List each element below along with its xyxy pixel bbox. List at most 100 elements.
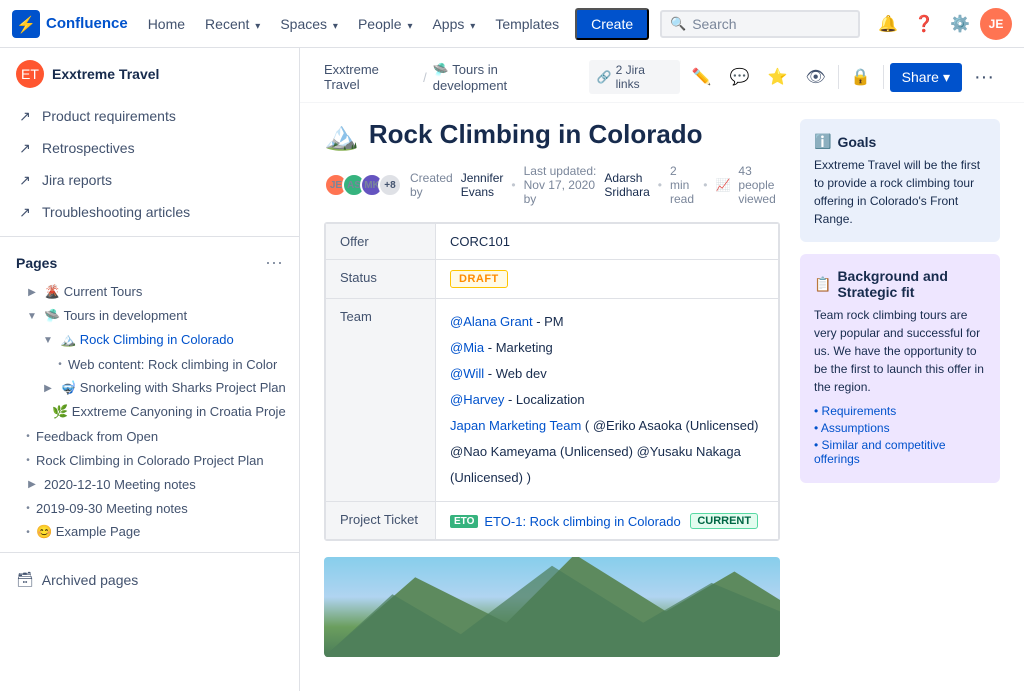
tree-item-tours-in-development[interactable]: ▼ 🛸 Tours in development bbox=[0, 304, 299, 328]
breadcrumb-space[interactable]: Exxtreme Travel bbox=[324, 62, 417, 92]
background-links: Requirements Assumptions Similar and com… bbox=[814, 404, 986, 466]
toggle-icon: ▶ bbox=[40, 380, 56, 396]
goals-panel: ℹ️ Goals Exxtreme Travel will be the fir… bbox=[800, 119, 1000, 242]
tree-item-example-page[interactable]: • 😊 Example Page bbox=[0, 520, 299, 544]
created-by-label: Created by bbox=[410, 171, 453, 199]
share-dropdown-icon: ▾ bbox=[943, 69, 950, 86]
sidebar-item-label: Jira reports bbox=[42, 172, 112, 188]
app-name: Confluence bbox=[46, 15, 128, 32]
app-logo[interactable]: ⚡ Confluence bbox=[12, 10, 128, 38]
tree-item-web-content[interactable]: • Web content: Rock climbing in Color bbox=[0, 352, 299, 376]
team-value: @Alana Grant - PM @Mia - Marketing @Will… bbox=[436, 299, 779, 502]
external-link-icon: ↗ bbox=[16, 107, 34, 125]
toggle-icon: ▼ bbox=[40, 332, 56, 348]
nav-spaces[interactable]: Spaces ▾ bbox=[272, 10, 346, 38]
competitive-link[interactable]: Similar and competitive offerings bbox=[814, 438, 986, 466]
read-time: 2 min read bbox=[670, 164, 695, 206]
table-row-team: Team @Alana Grant - PM @Mia - Marketing … bbox=[326, 299, 779, 502]
sidebar-item-troubleshooting[interactable]: ↗ Troubleshooting articles bbox=[0, 196, 299, 228]
status-value: DRAFT bbox=[436, 260, 779, 299]
restrict-button[interactable]: 🔒 bbox=[845, 61, 877, 93]
nav-templates[interactable]: Templates bbox=[487, 10, 567, 38]
updated-by-author: Adarsh Sridhara bbox=[604, 171, 649, 199]
tree-item-label: Rock Climbing in Colorado Project Plan bbox=[36, 453, 264, 468]
ticket-link[interactable]: ETO ETO-1: Rock climbing in Colorado bbox=[450, 514, 681, 529]
requirements-link[interactable]: Requirements bbox=[814, 404, 986, 418]
create-button[interactable]: Create bbox=[575, 8, 649, 40]
sidebar-item-label: Product requirements bbox=[42, 108, 176, 124]
breadcrumb-parent[interactable]: 🛸 Tours in development bbox=[433, 62, 575, 93]
nav-recent[interactable]: Recent ▾ bbox=[197, 10, 268, 38]
toggle-icon: ▶ bbox=[24, 284, 40, 300]
table-row-offer: Offer CORC101 bbox=[326, 224, 779, 260]
search-icon: 🔍 bbox=[670, 16, 686, 32]
sidebar-item-retrospectives[interactable]: ↗ Retrospectives bbox=[0, 132, 299, 164]
sidebar-divider bbox=[0, 236, 299, 237]
goals-body: Exxtreme Travel will be the first to pro… bbox=[814, 156, 986, 228]
team-member-2: @Mia - Marketing bbox=[450, 335, 764, 361]
current-badge: CURRENT bbox=[690, 513, 758, 529]
settings-button[interactable]: ⚙️ bbox=[944, 8, 976, 40]
toggle-icon: • bbox=[24, 428, 32, 444]
svg-text:⚡: ⚡ bbox=[16, 15, 36, 34]
breadcrumb-bar: Exxtreme Travel / 🛸 Tours in development… bbox=[300, 48, 1024, 103]
nav-home[interactable]: Home bbox=[140, 10, 193, 38]
more-options-button[interactable]: ··· bbox=[968, 61, 1000, 93]
ticket-value: ETO ETO-1: Rock climbing in Colorado CUR… bbox=[436, 502, 779, 540]
user-avatar[interactable]: JE bbox=[980, 8, 1012, 40]
star-button[interactable]: ⭐ bbox=[762, 61, 794, 93]
ticket-icon: ETO bbox=[450, 515, 478, 528]
pages-section-header[interactable]: Pages ··· bbox=[0, 245, 299, 280]
goals-header: ℹ️ Goals bbox=[814, 133, 986, 150]
edit-button[interactable]: ✏️ bbox=[686, 61, 718, 93]
nav-apps[interactable]: Apps ▾ bbox=[424, 10, 483, 38]
jira-links-badge[interactable]: 🔗 2 Jira links bbox=[589, 60, 680, 94]
meta-separator-1: • bbox=[511, 178, 515, 192]
assumptions-link[interactable]: Assumptions bbox=[814, 421, 986, 435]
main-content: Exxtreme Travel / 🛸 Tours in development… bbox=[300, 48, 1024, 691]
tree-item-rock-climbing[interactable]: ▼ 🏔️ Rock Climbing in Colorado bbox=[0, 328, 299, 352]
side-panel: ℹ️ Goals Exxtreme Travel will be the fir… bbox=[800, 119, 1000, 657]
tree-item-label: 🏔️ Rock Climbing in Colorado bbox=[60, 332, 234, 348]
tree-item-current-tours[interactable]: ▶ 🌋 Current Tours bbox=[0, 280, 299, 304]
toggle-icon: • bbox=[24, 452, 32, 468]
space-logo: ET bbox=[16, 60, 44, 88]
search-box[interactable]: 🔍 Search bbox=[660, 10, 860, 38]
sidebar-header[interactable]: ET Exxtreme Travel bbox=[0, 48, 299, 100]
sidebar-item-jira-reports[interactable]: ↗ Jira reports bbox=[0, 164, 299, 196]
last-updated-text: Last updated: Nov 17, 2020 by bbox=[524, 164, 597, 206]
sidebar-item-product-requirements[interactable]: ↗ Product requirements bbox=[0, 100, 299, 132]
watch-button[interactable]: 👁 bbox=[800, 61, 832, 93]
tree-item-snorkeling[interactable]: ▶ 🤿 Snorkeling with Sharks Project Plan bbox=[0, 376, 299, 400]
tree-item-feedback[interactable]: • Feedback from Open bbox=[0, 424, 299, 448]
meta-separator-3: • bbox=[703, 178, 707, 192]
external-link-icon: ↗ bbox=[16, 171, 34, 189]
mountain-svg bbox=[324, 557, 780, 657]
nav-people[interactable]: People ▾ bbox=[350, 10, 421, 38]
pages-more-icon[interactable]: ··· bbox=[265, 252, 283, 273]
japan-team: Japan Marketing Team ( @Eriko Asaoka (Un… bbox=[450, 413, 764, 491]
tree-item-canyoning[interactable]: 🌿 Exxtreme Canyoning in Croatia Proje bbox=[0, 400, 299, 424]
background-title: Background and Strategic fit bbox=[837, 268, 986, 300]
page-body: 🏔️ Rock Climbing in Colorado JE AS MK +8… bbox=[300, 103, 1024, 681]
created-by-author: Jennifer Evans bbox=[461, 171, 504, 199]
help-button[interactable]: ❓ bbox=[908, 8, 940, 40]
jira-links-count: 2 Jira links bbox=[616, 63, 672, 91]
search-placeholder: Search bbox=[692, 16, 736, 32]
notifications-button[interactable]: 🔔 bbox=[872, 8, 904, 40]
page-title-area: 🏔️ Rock Climbing in Colorado bbox=[324, 119, 780, 152]
nav-icon-group: 🔔 ❓ ⚙️ JE bbox=[872, 8, 1012, 40]
comment-button[interactable]: 💬 bbox=[724, 61, 756, 93]
archived-pages-label: Archived pages bbox=[42, 572, 139, 588]
table-row-status: Status DRAFT bbox=[326, 260, 779, 299]
goals-icon: ℹ️ bbox=[814, 133, 831, 150]
tree-item-label: 2020-12-10 Meeting notes bbox=[44, 477, 196, 492]
tree-item-meeting-2020[interactable]: ▶ 2020-12-10 Meeting notes bbox=[0, 472, 299, 496]
tree-item-rock-climbing-plan[interactable]: • Rock Climbing in Colorado Project Plan bbox=[0, 448, 299, 472]
archived-pages-link[interactable]: 🗃 Archived pages bbox=[0, 561, 299, 598]
space-title: Exxtreme Travel bbox=[52, 66, 159, 82]
goals-title: Goals bbox=[837, 134, 876, 150]
tree-item-meeting-2019[interactable]: • 2019-09-30 Meeting notes bbox=[0, 496, 299, 520]
toggle-icon: ▼ bbox=[24, 308, 40, 324]
share-button[interactable]: Share ▾ bbox=[890, 63, 962, 92]
